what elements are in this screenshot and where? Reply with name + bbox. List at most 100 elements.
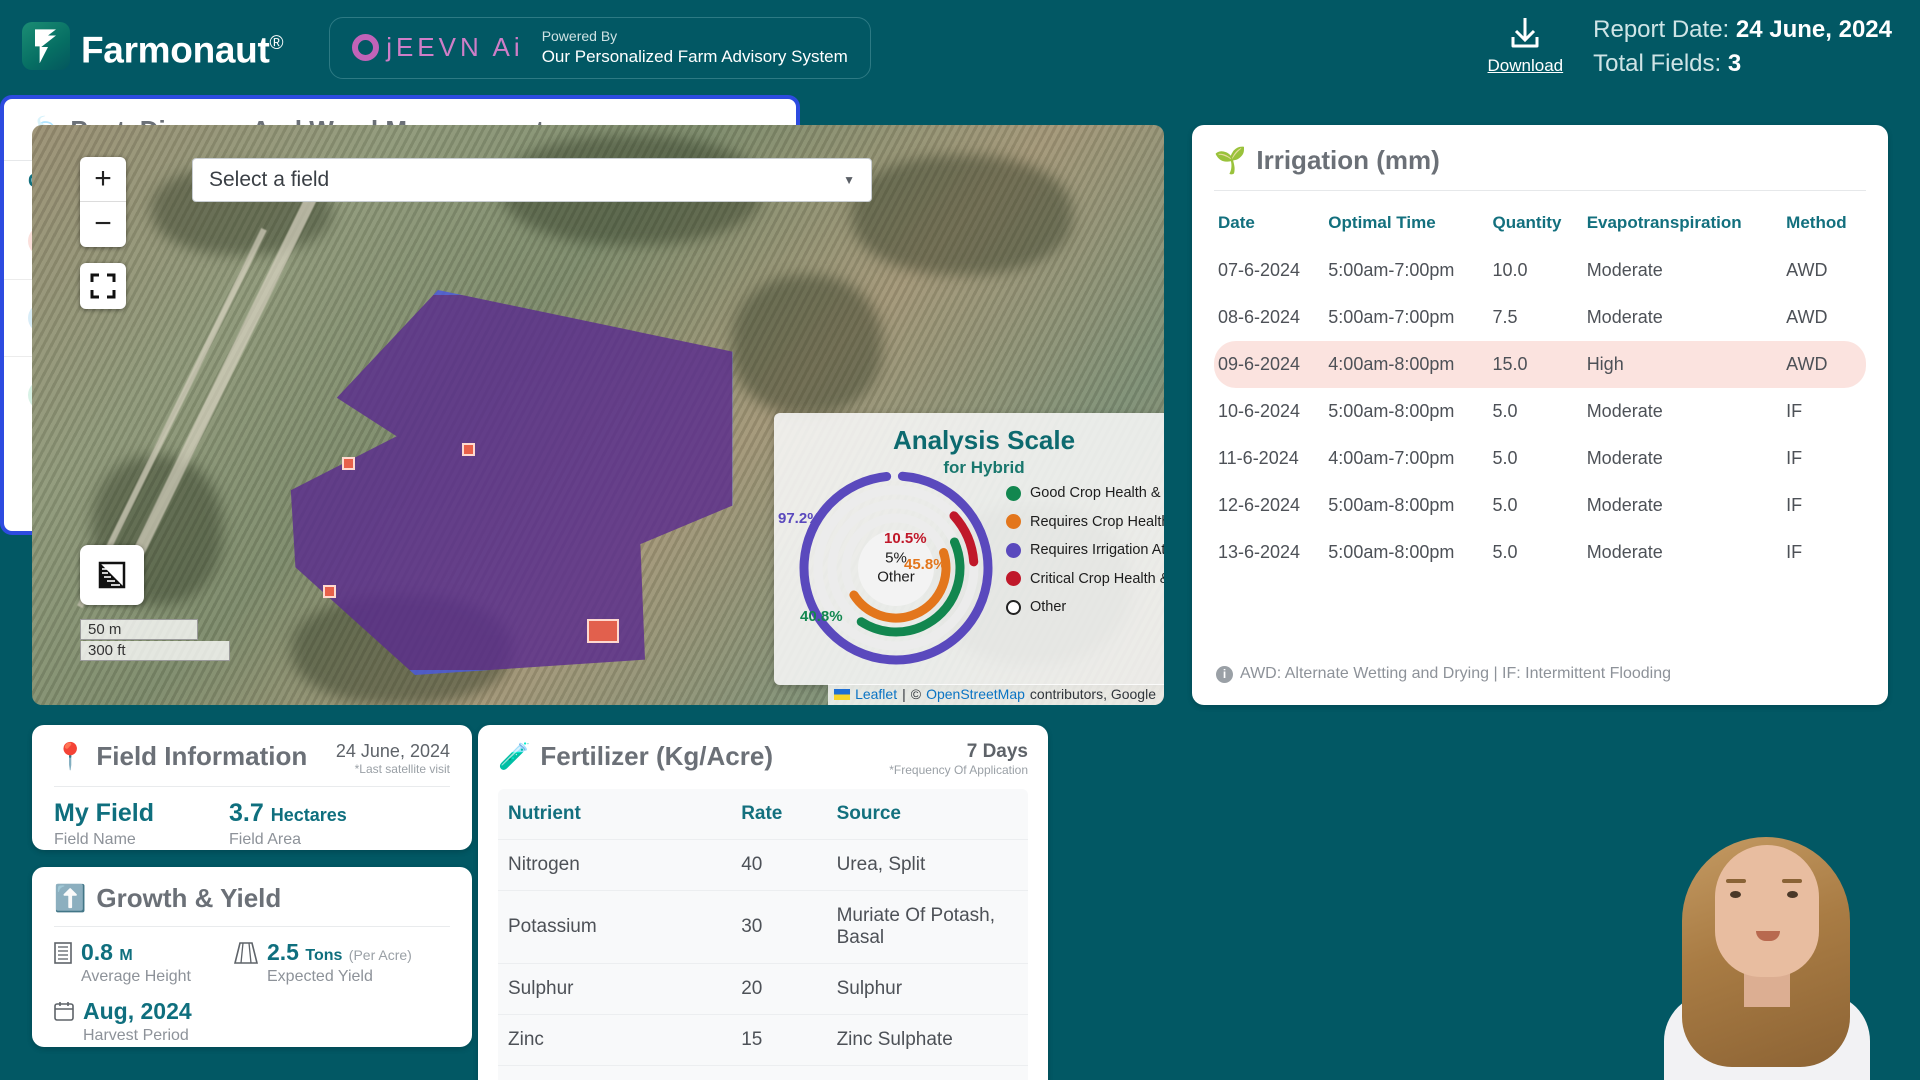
field-area-value: 3.7 bbox=[229, 799, 264, 827]
layers-icon bbox=[98, 561, 126, 589]
fertilizer-title: Fertilizer (Kg/Acre) bbox=[540, 741, 773, 771]
field-area-label: Field Area bbox=[229, 831, 302, 848]
total-fields-value: 3 bbox=[1727, 50, 1742, 78]
field-marker[interactable] bbox=[462, 443, 475, 456]
fertilizer-frequency-note: *Frequency Of Application bbox=[889, 763, 1028, 777]
total-fields-row: Total Fields: 3 bbox=[1593, 47, 1892, 81]
donut-center-label: Other bbox=[877, 568, 915, 585]
osm-link[interactable]: OpenStreetMap bbox=[926, 686, 1025, 702]
zoom-in-button[interactable]: + bbox=[80, 157, 126, 202]
jeevn-wordmark: jEEVN Ai bbox=[386, 32, 524, 62]
field-info-date-block: 24 June, 2024 *Last satellite visit bbox=[336, 741, 450, 776]
table-row: Sulphur 20 Sulphur bbox=[498, 963, 1028, 1015]
col-optimal-time: Optimal Time bbox=[1328, 213, 1436, 232]
fertilizer-header: 🧪 Fertilizer (Kg/Acre) 7 Days *Frequency… bbox=[498, 741, 1028, 777]
flask-icon: 🧪 bbox=[498, 741, 531, 771]
status-badge: Moderate bbox=[1586, 260, 1663, 280]
col-source: Source bbox=[836, 803, 901, 824]
header-right: Download Report Date: 24 June, 2024 Tota… bbox=[1488, 8, 1892, 81]
brand-name: Farmonaut® bbox=[81, 16, 283, 78]
harvest-period-label: Harvest Period bbox=[83, 1027, 189, 1044]
legend-item: Good Crop Health & Irrigation bbox=[1006, 485, 1164, 501]
legend-dot-good-health bbox=[1006, 485, 1021, 501]
expected-yield-unit: Tons bbox=[305, 947, 343, 964]
field-name-label: Field Name bbox=[54, 831, 136, 848]
jeevn-ai-badge[interactable]: jEEVN Ai Powered By Our Personalized Far… bbox=[329, 16, 871, 79]
fullscreen-button[interactable] bbox=[80, 263, 126, 309]
brand-name-text: Farmonaut bbox=[81, 29, 270, 71]
table-row: 11-6-2024 4:00am-7:00pm 5.0 Moderate IF bbox=[1214, 435, 1866, 482]
download-label: Download bbox=[1487, 56, 1564, 75]
irrigation-footnote-text: AWD: Alternate Wetting and Drying | IF: … bbox=[1240, 665, 1672, 682]
expected-yield-stat: 2.5 Tons (Per Acre) Expected Yield bbox=[233, 939, 414, 986]
jeevn-ring-icon bbox=[352, 34, 380, 61]
brand-trademark: ® bbox=[269, 33, 284, 55]
scale-metric: 50 m bbox=[80, 619, 198, 640]
table-row: 10-6-2024 5:00am-8:00pm 5.0 Moderate IF bbox=[1214, 388, 1866, 435]
table-row: 07-6-2024 5:00am-7:00pm 10.0 Moderate AW… bbox=[1214, 247, 1866, 294]
table-row: Zinc 15 Zinc Sulphate bbox=[498, 1014, 1028, 1066]
map-zoom-controls[interactable]: + − bbox=[80, 157, 126, 247]
expected-yield-label: Expected Yield bbox=[267, 968, 373, 985]
jeevn-tagline: Our Personalized Farm Advisory System bbox=[541, 46, 848, 66]
report-meta: Report Date: 24 June, 2024 Total Fields:… bbox=[1593, 8, 1892, 81]
map-layers-button[interactable] bbox=[80, 545, 144, 605]
col-quantity: Quantity bbox=[1492, 213, 1562, 232]
farmonaut-leaf-logo-icon bbox=[22, 22, 70, 71]
field-marker[interactable] bbox=[323, 585, 336, 598]
donut-center: 5% Other bbox=[877, 549, 915, 587]
fertilizer-table: Nutrient Rate Source Nitrogen 40 Urea, S… bbox=[498, 789, 1028, 1080]
download-icon bbox=[1511, 18, 1539, 48]
report-date-label: Report Date: bbox=[1593, 16, 1730, 43]
field-info-date: 24 June, 2024 bbox=[335, 741, 450, 761]
donut-center-value: 5% bbox=[885, 549, 907, 567]
growth-row-2: Aug, 2024 Harvest Period bbox=[54, 998, 450, 1045]
scale-imperial: 300 ft bbox=[80, 641, 230, 661]
average-height-label: Average Height bbox=[81, 968, 191, 985]
legend-label: Critical Crop Health & Irrigation bbox=[1030, 570, 1164, 587]
copyright-icon: © bbox=[910, 686, 922, 702]
field-select-dropdown[interactable]: Select a field ▼ bbox=[192, 158, 872, 202]
legend-item: Requires Irrigation Attention bbox=[1006, 542, 1164, 558]
irrigation-title: Irrigation (mm) bbox=[1256, 145, 1440, 175]
chevron-down-icon: ▼ bbox=[843, 173, 855, 187]
fertilizer-title-row: 🧪 Fertilizer (Kg/Acre) bbox=[498, 741, 773, 772]
status-badge: Moderate bbox=[1586, 495, 1663, 515]
irrigation-header-row: Date Optimal Time Quantity Evapotranspir… bbox=[1214, 205, 1866, 247]
report-date-row: Report Date: 24 June, 2024 bbox=[1593, 13, 1892, 47]
field-area-value-row: 3.7 Hectares bbox=[229, 799, 404, 828]
dashboard-body: + − 50 m 300 ft Select a field ▼ Analysi… bbox=[0, 95, 1920, 1080]
seedling-icon: 🌱 bbox=[1214, 145, 1247, 175]
irrigation-footnote: i AWD: Alternate Wetting and Drying | IF… bbox=[1216, 665, 1671, 683]
growth-title: Growth & Yield bbox=[96, 883, 282, 913]
leaflet-link[interactable]: Leaflet bbox=[855, 686, 897, 702]
info-icon: i bbox=[1216, 665, 1233, 683]
legend-dot-other bbox=[1006, 599, 1021, 615]
irrigation-card: 🌱 Irrigation (mm) Date Optimal Time Quan… bbox=[1192, 125, 1888, 705]
analysis-title: Analysis Scale bbox=[892, 425, 1076, 455]
table-row: Potassium 30 Muriate Of Potash, Basal bbox=[498, 890, 1028, 964]
legend-dot-irrigation-attention bbox=[1006, 542, 1021, 558]
growth-title-row: ⬆️ Growth & Yield bbox=[54, 883, 450, 914]
legend-item: Other bbox=[1006, 599, 1164, 615]
field-info-title: Field Information bbox=[96, 741, 308, 771]
ring-label-critical: 10.5% bbox=[884, 530, 927, 547]
field-marker[interactable] bbox=[342, 457, 355, 470]
field-name-stat: My Field Field Name bbox=[54, 799, 229, 849]
download-button[interactable]: Download bbox=[1487, 15, 1564, 76]
ring-label-good-health: 40.8% bbox=[800, 608, 843, 625]
expected-yield-paren: (Per Acre) bbox=[348, 947, 412, 963]
jeevn-tagline-block: Powered By Our Personalized Farm Advisor… bbox=[542, 28, 848, 68]
fertilizer-card: 🧪 Fertilizer (Kg/Acre) 7 Days *Frequency… bbox=[478, 725, 1048, 1080]
zoom-out-button[interactable]: − bbox=[80, 202, 126, 247]
field-area-unit: Hectares bbox=[270, 805, 347, 825]
field-select-value: Select a field bbox=[209, 168, 330, 191]
average-height-value: 0.8 bbox=[81, 939, 113, 965]
fullscreen-icon bbox=[90, 273, 116, 299]
field-marker[interactable] bbox=[587, 619, 619, 643]
legend-dot-crop-attention bbox=[1006, 514, 1021, 529]
harvest-period-stat: Aug, 2024 Harvest Period bbox=[54, 998, 234, 1045]
fertilizer-body: Nitrogen 40 Urea, Split Potassium 30 Mur… bbox=[498, 839, 1028, 1080]
field-map[interactable]: + − 50 m 300 ft Select a field ▼ Analysi… bbox=[32, 125, 1164, 705]
expected-yield-value: 2.5 bbox=[267, 939, 299, 965]
